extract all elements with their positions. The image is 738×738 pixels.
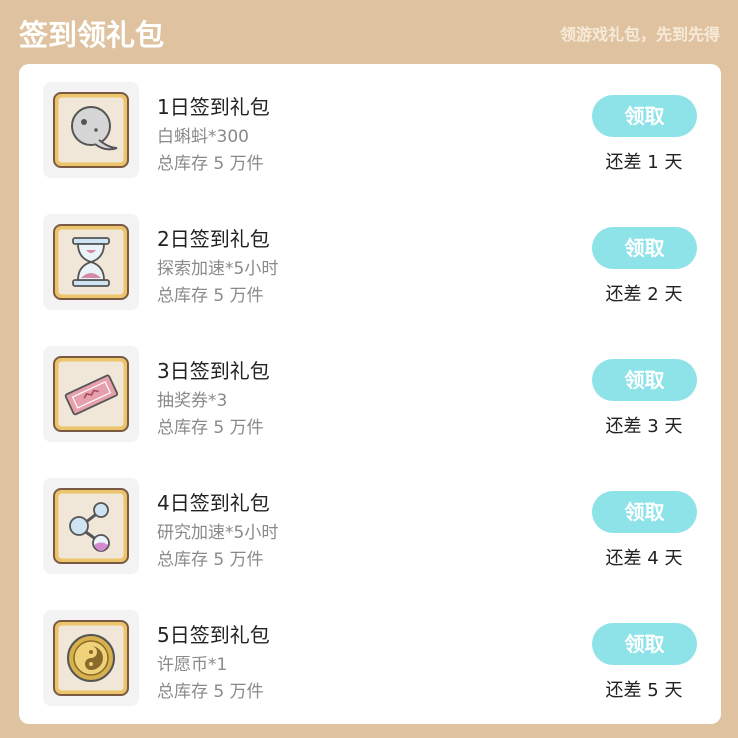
- days-remaining: 还差 3 天: [605, 416, 683, 437]
- gift-stock: 总库存 5 万件: [157, 154, 264, 174]
- days-remaining: 还差 2 天: [605, 284, 683, 305]
- gift-item-day-1: 1日签到礼包 白蝌蚪*300 总库存 5 万件 领取 还差 1 天: [19, 64, 721, 196]
- claim-button[interactable]: 领取: [592, 491, 697, 533]
- gift-item-day-4: 4日签到礼包 研究加速*5小时 总库存 5 万件 领取 还差 4 天: [19, 460, 721, 592]
- gift-stock: 总库存 5 万件: [157, 286, 264, 306]
- gift-item-day-3: 3日签到礼包 抽奖券*3 总库存 5 万件 领取 还差 3 天: [19, 328, 721, 460]
- gift-icon-box: [43, 82, 139, 178]
- gift-name: 2日签到礼包: [157, 227, 270, 251]
- gift-name: 5日签到礼包: [157, 623, 270, 647]
- ticket-icon: [53, 356, 129, 432]
- gift-list-card: 1日签到礼包 白蝌蚪*300 总库存 5 万件 领取 还差 1 天 2日签到礼包…: [19, 64, 721, 724]
- gift-reward: 许愿币*1: [157, 655, 228, 675]
- gift-name: 4日签到礼包: [157, 491, 270, 515]
- flask-icon: [53, 488, 129, 564]
- claim-button[interactable]: 领取: [592, 623, 697, 665]
- gift-stock: 总库存 5 万件: [157, 418, 264, 438]
- days-remaining: 还差 5 天: [605, 680, 683, 701]
- days-remaining: 还差 1 天: [605, 152, 683, 173]
- gift-item-day-2: 2日签到礼包 探索加速*5小时 总库存 5 万件 领取 还差 2 天: [19, 196, 721, 328]
- page: 签到领礼包 领游戏礼包，先到先得 1日签到礼包 白蝌蚪*300 总库存 5 万件…: [0, 0, 738, 738]
- days-remaining: 还差 4 天: [605, 548, 683, 569]
- gift-icon-box: [43, 346, 139, 442]
- page-subtitle: 领游戏礼包，先到先得: [559, 25, 720, 44]
- page-title: 签到领礼包: [19, 18, 165, 52]
- gift-icon-box: [43, 478, 139, 574]
- gift-reward: 白蝌蚪*300: [157, 127, 249, 147]
- gift-reward: 探索加速*5小时: [157, 259, 279, 279]
- gift-name: 1日签到礼包: [157, 95, 270, 119]
- claim-button[interactable]: 领取: [592, 227, 697, 269]
- gift-reward: 抽奖券*3: [157, 391, 228, 411]
- gift-reward: 研究加速*5小时: [157, 523, 279, 543]
- tadpole-icon: [53, 92, 129, 168]
- coin-icon: [53, 620, 129, 696]
- gift-stock: 总库存 5 万件: [157, 550, 264, 570]
- header: 签到领礼包 领游戏礼包，先到先得: [19, 10, 720, 54]
- gift-item-day-5: 5日签到礼包 许愿币*1 总库存 5 万件 领取 还差 5 天: [19, 592, 721, 724]
- gift-icon-box: [43, 610, 139, 706]
- hourglass-icon: [53, 224, 129, 300]
- gift-icon-box: [43, 214, 139, 310]
- claim-button[interactable]: 领取: [592, 359, 697, 401]
- gift-name: 3日签到礼包: [157, 359, 270, 383]
- gift-stock: 总库存 5 万件: [157, 682, 264, 702]
- claim-button[interactable]: 领取: [592, 95, 697, 137]
